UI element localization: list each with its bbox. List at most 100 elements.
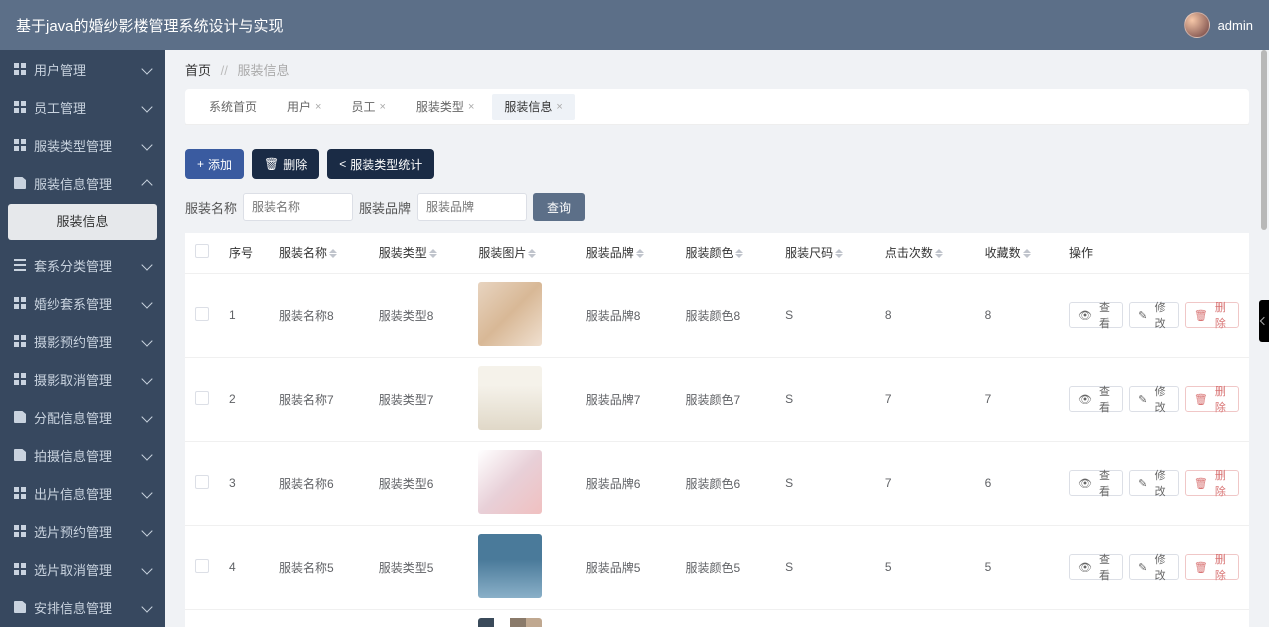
sort-icon[interactable] — [528, 245, 536, 262]
tab[interactable]: 员工× — [339, 94, 397, 120]
edit-button[interactable]: ✎修改 — [1129, 386, 1179, 412]
username: admin — [1218, 18, 1253, 33]
sort-icon[interactable] — [329, 245, 337, 262]
eye-icon: 👁 — [1078, 309, 1092, 322]
row-checkbox[interactable] — [195, 307, 209, 321]
row-checkbox[interactable] — [195, 475, 209, 489]
delete-row-button[interactable]: 🗑删除 — [1185, 470, 1239, 496]
cell-clicks: 7 — [875, 357, 975, 441]
select-all-checkbox[interactable] — [195, 244, 209, 258]
col-favs[interactable]: 收藏数 — [975, 233, 1059, 273]
close-icon[interactable]: × — [556, 94, 562, 120]
cell-size: S — [775, 357, 875, 441]
sidebar-item[interactable]: 婚纱套系管理 — [0, 284, 165, 322]
add-button[interactable]: +添加 — [185, 149, 244, 179]
chevron-down-icon — [141, 525, 152, 536]
sidebar-item[interactable]: 套系分类管理 — [0, 246, 165, 284]
sidebar-item[interactable]: 选片取消管理 — [0, 550, 165, 588]
sidebar-item-label: 套系分类管理 — [34, 256, 112, 275]
sort-icon[interactable] — [1023, 245, 1031, 262]
grid-icon — [14, 563, 26, 575]
sidebar-item[interactable]: 服装信息管理 — [0, 164, 165, 202]
view-button[interactable]: 👁查看 — [1069, 302, 1123, 328]
sidebar-item[interactable]: 拍摄信息管理 — [0, 436, 165, 474]
col-color[interactable]: 服装颜色 — [675, 233, 775, 273]
sidebar-item[interactable]: 出片信息管理 — [0, 474, 165, 512]
col-type[interactable]: 服装类型 — [369, 233, 469, 273]
scrollbar[interactable] — [1261, 50, 1267, 627]
tab-bar: 系统首页用户×员工×服装类型×服装信息× — [185, 89, 1249, 125]
sort-icon[interactable] — [735, 245, 743, 262]
costume-thumbnail[interactable] — [478, 450, 542, 514]
sidebar-item[interactable]: 摄影预约管理 — [0, 322, 165, 360]
table-row: 4 服装名称5 服装类型5 服装品牌5 服装颜色5 S 5 5 👁查看 ✎修改 … — [185, 525, 1249, 609]
view-button[interactable]: 👁查看 — [1069, 554, 1123, 580]
eye-icon: 👁 — [1078, 477, 1092, 490]
cell-name: 服装名称5 — [269, 525, 369, 609]
col-size[interactable]: 服装尺码 — [775, 233, 875, 273]
toolbar: +添加 🗑删除 <服装类型统计 — [185, 137, 1249, 179]
tab[interactable]: 系统首页 — [197, 94, 269, 120]
tab-label: 员工 — [351, 94, 375, 120]
grid-icon — [14, 335, 26, 347]
delete-button[interactable]: 🗑删除 — [252, 149, 319, 179]
sort-icon[interactable] — [636, 245, 644, 262]
chevron-down-icon — [141, 139, 152, 150]
sidebar-item[interactable]: 用户管理 — [0, 50, 165, 88]
close-icon[interactable]: × — [315, 94, 321, 120]
sidebar-item-label: 拍摄信息管理 — [34, 446, 112, 465]
delete-row-button[interactable]: 🗑删除 — [1185, 554, 1239, 580]
chevron-down-icon — [141, 601, 152, 612]
search-button[interactable]: 查询 — [533, 193, 585, 221]
costume-thumbnail[interactable] — [478, 534, 542, 598]
sidebar-item[interactable]: 选片预约管理 — [0, 512, 165, 550]
sidebar-item-label: 分配信息管理 — [34, 408, 112, 427]
col-brand[interactable]: 服装品牌 — [576, 233, 676, 273]
breadcrumb-home[interactable]: 首页 — [185, 63, 211, 78]
sort-icon[interactable] — [835, 245, 843, 262]
sidebar-item[interactable]: 员工管理 — [0, 88, 165, 126]
sidebar-item[interactable]: 服装类型管理 — [0, 126, 165, 164]
view-button[interactable]: 👁查看 — [1069, 470, 1123, 496]
stat-button[interactable]: <服装类型统计 — [327, 149, 434, 179]
row-checkbox[interactable] — [195, 391, 209, 405]
edit-button[interactable]: ✎修改 — [1129, 554, 1179, 580]
edit-button[interactable]: ✎修改 — [1129, 470, 1179, 496]
delete-row-button[interactable]: 🗑删除 — [1185, 386, 1239, 412]
cell-size: S — [775, 441, 875, 525]
edit-icon: ✎ — [1138, 477, 1147, 490]
col-seq[interactable]: 序号 — [219, 233, 269, 273]
cell-brand: 服装品牌6 — [576, 441, 676, 525]
tab[interactable]: 用户× — [275, 94, 333, 120]
cell-size: S — [775, 609, 875, 627]
edit-button[interactable]: ✎修改 — [1129, 302, 1179, 328]
cell-seq: 5 — [219, 609, 269, 627]
filter-name-input[interactable] — [243, 193, 353, 221]
chevron-down-icon — [141, 259, 152, 270]
view-button[interactable]: 👁查看 — [1069, 386, 1123, 412]
tab[interactable]: 服装信息× — [492, 94, 574, 120]
grid-icon — [14, 487, 26, 499]
row-checkbox[interactable] — [195, 559, 209, 573]
sidebar-item[interactable]: 摄影取消管理 — [0, 360, 165, 398]
user-menu[interactable]: admin — [1184, 12, 1253, 38]
cell-clicks: 8 — [875, 273, 975, 357]
close-icon[interactable]: × — [468, 94, 474, 120]
sidebar-item-label: 服装类型管理 — [34, 136, 112, 155]
sort-icon[interactable] — [429, 245, 437, 262]
sidebar-item[interactable]: 分配信息管理 — [0, 398, 165, 436]
delete-row-button[interactable]: 🗑删除 — [1185, 302, 1239, 328]
costume-thumbnail[interactable] — [478, 366, 542, 430]
sort-icon[interactable] — [935, 245, 943, 262]
costume-thumbnail[interactable] — [478, 282, 542, 346]
filter-brand-input[interactable] — [417, 193, 527, 221]
close-icon[interactable]: × — [379, 94, 385, 120]
col-img[interactable]: 服装图片 — [468, 233, 575, 273]
col-name[interactable]: 服装名称 — [269, 233, 369, 273]
costume-thumbnail[interactable] — [478, 618, 542, 627]
col-clicks[interactable]: 点击次数 — [875, 233, 975, 273]
trash-icon: 🗑 — [1194, 561, 1208, 574]
sidebar-subitem[interactable]: 服装信息 — [8, 204, 157, 240]
sidebar-item[interactable]: 安排信息管理 — [0, 588, 165, 626]
tab[interactable]: 服装类型× — [404, 94, 486, 120]
